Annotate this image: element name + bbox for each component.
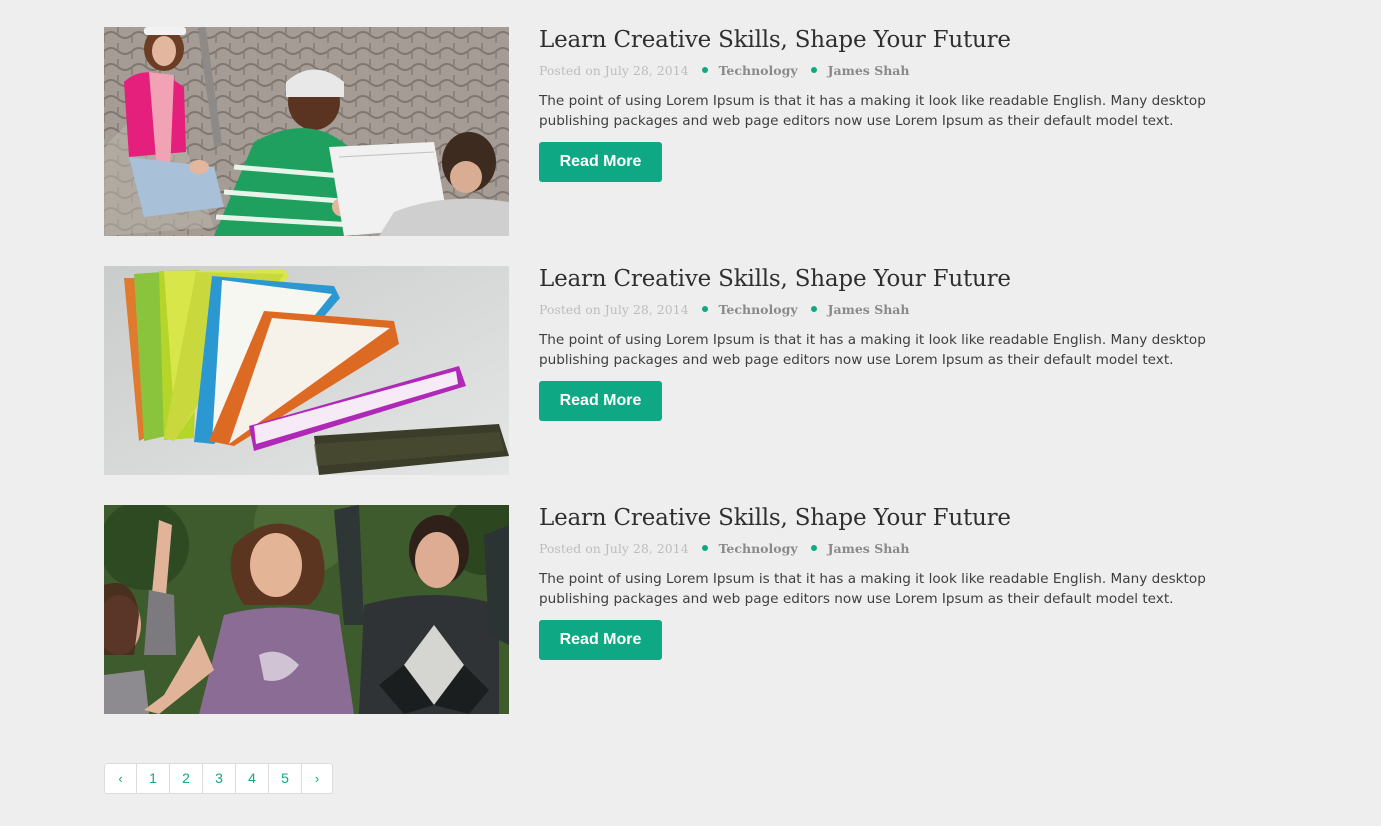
read-more-button[interactable]: Read More — [539, 619, 662, 660]
post-meta: Posted on July 28, 2014 Technology James S… — [539, 540, 1279, 557]
post-title[interactable]: Learn Creative Skills, Shape Your Future — [539, 28, 1279, 52]
pagination-prev-icon[interactable]: ‹ — [105, 764, 136, 793]
post-card: Learn Creative Skills, Shape Your Future… — [104, 505, 1284, 714]
pagination-page-3[interactable]: 3 — [202, 764, 235, 793]
pagination-page-5[interactable]: 5 — [268, 764, 301, 793]
post-author[interactable]: James Shah — [828, 541, 910, 557]
post-category[interactable]: Technology — [719, 302, 798, 318]
post-meta: Posted on July 28, 2014 Technology James S… — [539, 62, 1279, 79]
post-excerpt: The point of using Lorem Ipsum is that i… — [539, 331, 1206, 368]
post-image-cheering[interactable] — [104, 505, 509, 714]
post-date: Posted on July 28, 2014 — [539, 301, 689, 317]
colorful-books-image — [104, 266, 509, 475]
post-body: Learn Creative Skills, Shape Your Future… — [539, 266, 1279, 421]
meta-separator-dot — [810, 544, 817, 551]
post-title[interactable]: Learn Creative Skills, Shape Your Future — [539, 506, 1279, 530]
read-more-button[interactable]: Read More — [539, 141, 662, 182]
pagination-page-2[interactable]: 2 — [169, 764, 202, 793]
post-category[interactable]: Technology — [719, 63, 798, 79]
post-date: Posted on July 28, 2014 — [539, 62, 689, 78]
meta-separator-dot — [701, 544, 708, 551]
post-card: Learn Creative Skills, Shape Your Future… — [104, 266, 1284, 475]
meta-separator-dot — [701, 66, 708, 73]
pagination: ‹ 1 2 3 4 5 › — [104, 763, 333, 794]
post-excerpt: The point of using Lorem Ipsum is that i… — [539, 92, 1206, 129]
happy-students-image — [104, 505, 509, 714]
meta-separator-dot — [810, 305, 817, 312]
students-studying-image — [104, 27, 509, 236]
post-meta: Posted on July 28, 2014 Technology James S… — [539, 301, 1279, 318]
post-image-students[interactable] — [104, 27, 509, 236]
meta-separator-dot — [701, 305, 708, 312]
post-excerpt: The point of using Lorem Ipsum is that i… — [539, 570, 1206, 607]
read-more-button[interactable]: Read More — [539, 380, 662, 421]
post-category[interactable]: Technology — [719, 541, 798, 557]
post-author[interactable]: James Shah — [828, 302, 910, 318]
post-card: Learn Creative Skills, Shape Your Future… — [104, 27, 1284, 236]
post-title[interactable]: Learn Creative Skills, Shape Your Future — [539, 267, 1279, 291]
pagination-page-4[interactable]: 4 — [235, 764, 268, 793]
post-author[interactable]: James Shah — [828, 63, 910, 79]
post-image-books[interactable] — [104, 266, 509, 475]
post-body: Learn Creative Skills, Shape Your Future… — [539, 505, 1279, 660]
pagination-page-1[interactable]: 1 — [136, 764, 169, 793]
pagination-next-icon[interactable]: › — [301, 764, 332, 793]
post-date: Posted on July 28, 2014 — [539, 540, 689, 556]
meta-separator-dot — [810, 66, 817, 73]
post-body: Learn Creative Skills, Shape Your Future… — [539, 27, 1279, 182]
